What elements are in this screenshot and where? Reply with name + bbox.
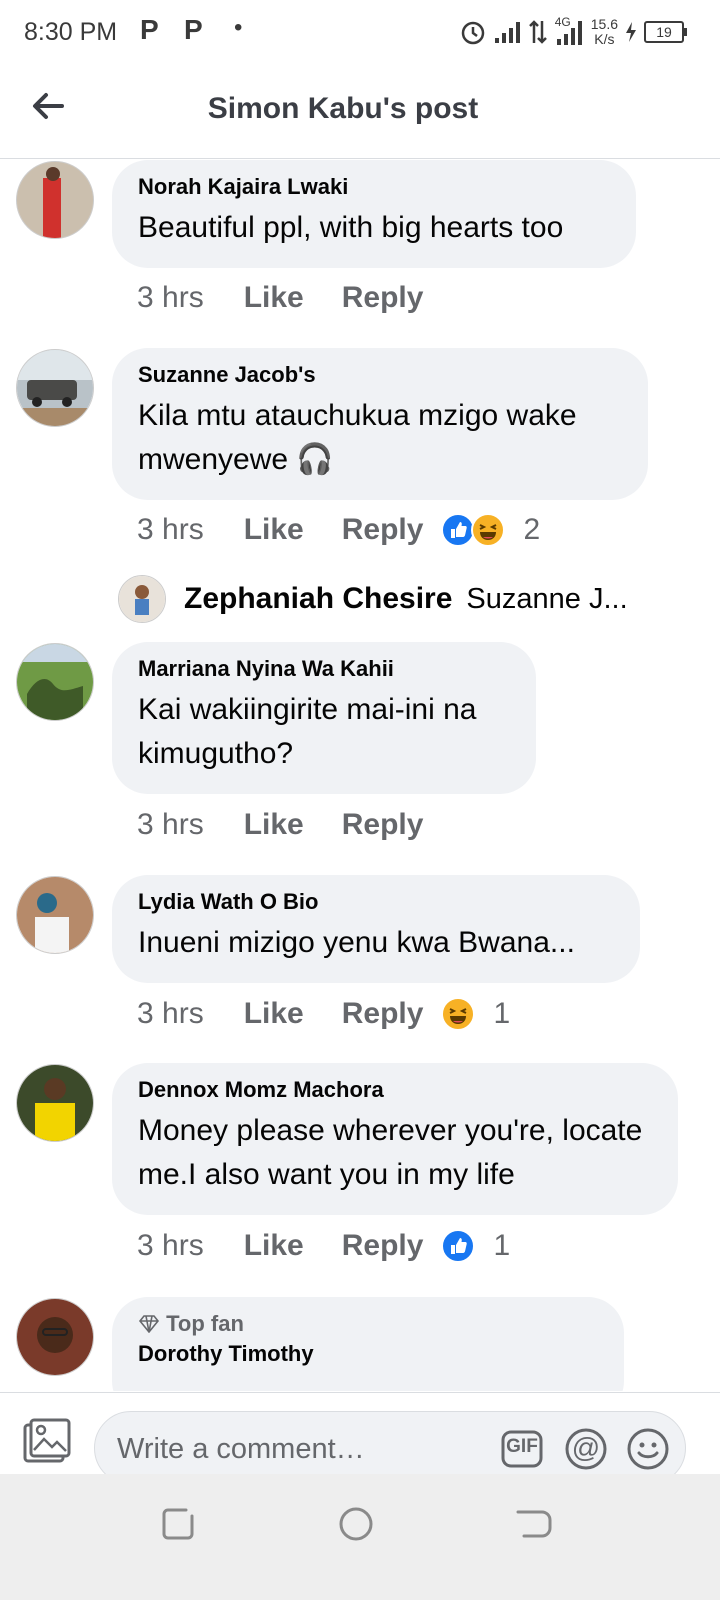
comment-bubble[interactable]: Norah Kajaira Lwaki Beautiful ppl, with …	[112, 160, 636, 268]
avatar[interactable]	[16, 876, 94, 954]
signal-4g-icon: 4G	[553, 15, 585, 47]
comment-actions: 3 hrs Like Reply 1	[137, 1229, 510, 1263]
top-fan-badge: Top fan	[138, 1311, 598, 1337]
comments-list[interactable]: Norah Kajaira Lwaki Beautiful ppl, with …	[0, 159, 720, 1391]
photo-icon[interactable]	[22, 1417, 72, 1467]
comment-time[interactable]: 3 hrs	[137, 997, 204, 1031]
comment-text: Kila mtu atauchukua mzigo wake mwenyewe …	[138, 399, 577, 476]
avatar[interactable]	[16, 161, 94, 239]
comment-text: Kai wakiingirite mai-ini na kimugutho?	[138, 693, 477, 770]
comment-author[interactable]: Suzanne Jacob's	[138, 362, 622, 388]
comment-actions: 3 hrs Like Reply	[137, 808, 461, 842]
reply-button[interactable]: Reply	[342, 997, 424, 1031]
comment-time[interactable]: 3 hrs	[137, 1229, 204, 1263]
reply-author[interactable]: Zephaniah Chesire	[184, 582, 452, 616]
avatar[interactable]	[118, 575, 166, 623]
like-button[interactable]: Like	[244, 513, 304, 547]
like-button[interactable]: Like	[244, 281, 304, 315]
like-reaction-icon[interactable]	[441, 513, 476, 547]
gif-icon[interactable]: GIF	[501, 1428, 543, 1470]
page-title: Simon Kabu's post	[207, 92, 479, 125]
like-reaction-icon[interactable]	[441, 1229, 476, 1263]
comment-actions: 3 hrs Like Reply 2	[137, 513, 540, 547]
battery-icon: 19	[644, 21, 687, 43]
status-time: 8:30 PM	[24, 18, 118, 46]
reaction-count[interactable]: 2	[523, 513, 540, 547]
like-button[interactable]: Like	[244, 1229, 304, 1263]
comment-time[interactable]: 3 hrs	[137, 281, 204, 315]
like-button[interactable]: Like	[244, 997, 304, 1031]
comment-text: Beautiful ppl, with big hearts too	[138, 211, 564, 244]
reply-button[interactable]: Reply	[342, 281, 424, 315]
notification-dot-icon: •	[234, 14, 243, 41]
mention-icon[interactable]: @	[565, 1428, 607, 1470]
post-header: Simon Kabu's post	[0, 64, 720, 159]
comment-actions: 3 hrs Like Reply 1	[137, 997, 510, 1031]
comment-time[interactable]: 3 hrs	[137, 808, 204, 842]
comment-author[interactable]: Dorothy Timothy	[138, 1341, 598, 1367]
home-icon[interactable]	[334, 1502, 378, 1546]
comment-bubble[interactable]: Dennox Momz Machora Money please whereve…	[112, 1063, 678, 1215]
avatar[interactable]	[16, 1064, 94, 1142]
haha-reaction-icon[interactable]	[471, 513, 506, 547]
comment-author[interactable]: Norah Kajaira Lwaki	[138, 174, 610, 200]
comment-text: Inueni mizigo yenu kwa Bwana...	[138, 926, 575, 959]
notification-p-icon: P	[140, 14, 159, 45]
status-bar: 8:30 PM P P • 4G 15.6 K/s 19	[0, 0, 720, 64]
comment-composer: GIF @	[0, 1392, 720, 1485]
comment-bubble[interactable]: Suzanne Jacob's Kila mtu atauchukua mzig…	[112, 348, 648, 500]
comment-bubble[interactable]: Marriana Nyina Wa Kahii Kai wakiingirite…	[112, 642, 536, 794]
comment-input[interactable]	[115, 1428, 479, 1470]
reaction-count[interactable]: 1	[493, 1229, 510, 1263]
diamond-icon	[138, 1315, 160, 1334]
avatar[interactable]	[16, 1298, 94, 1376]
avatar[interactable]	[16, 643, 94, 721]
reply-button[interactable]: Reply	[342, 1229, 424, 1263]
comment-actions: 3 hrs Like Reply	[137, 281, 461, 315]
comment-author[interactable]: Dennox Momz Machora	[138, 1077, 652, 1103]
like-button[interactable]: Like	[244, 808, 304, 842]
notification-p-icon: P	[184, 14, 203, 45]
recent-apps-icon[interactable]	[156, 1502, 200, 1546]
comment-bubble[interactable]: Lydia Wath O Bio Inueni mizigo yenu kwa …	[112, 875, 640, 983]
data-transfer-icon	[528, 20, 547, 44]
avatar[interactable]	[16, 349, 94, 427]
comment-bubble[interactable]: Top fan Dorothy Timothy	[112, 1297, 624, 1391]
reply-button[interactable]: Reply	[342, 513, 424, 547]
comment-time[interactable]: 3 hrs	[137, 513, 204, 547]
comment-text: Money please wherever you're, locate me.…	[138, 1114, 643, 1191]
network-speed: 15.6 K/s	[590, 16, 618, 47]
reaction-count[interactable]: 1	[493, 997, 510, 1031]
back-nav-icon[interactable]	[512, 1502, 556, 1546]
status-icons: 4G 15.6 K/s 19	[459, 14, 687, 50]
charging-icon	[626, 22, 636, 42]
comment-author[interactable]: Marriana Nyina Wa Kahii	[138, 656, 510, 682]
comment-author[interactable]: Lydia Wath O Bio	[138, 889, 614, 915]
reply-text: Suzanne J...	[466, 582, 628, 615]
reply-preview[interactable]: Zephaniah Chesire Suzanne J...	[118, 575, 628, 623]
emoji-icon[interactable]	[627, 1428, 669, 1470]
alarm-icon	[461, 21, 484, 45]
reply-button[interactable]: Reply	[342, 808, 424, 842]
haha-reaction-icon[interactable]	[441, 997, 476, 1031]
system-nav-bar	[0, 1474, 720, 1600]
signal-icon	[494, 22, 520, 43]
